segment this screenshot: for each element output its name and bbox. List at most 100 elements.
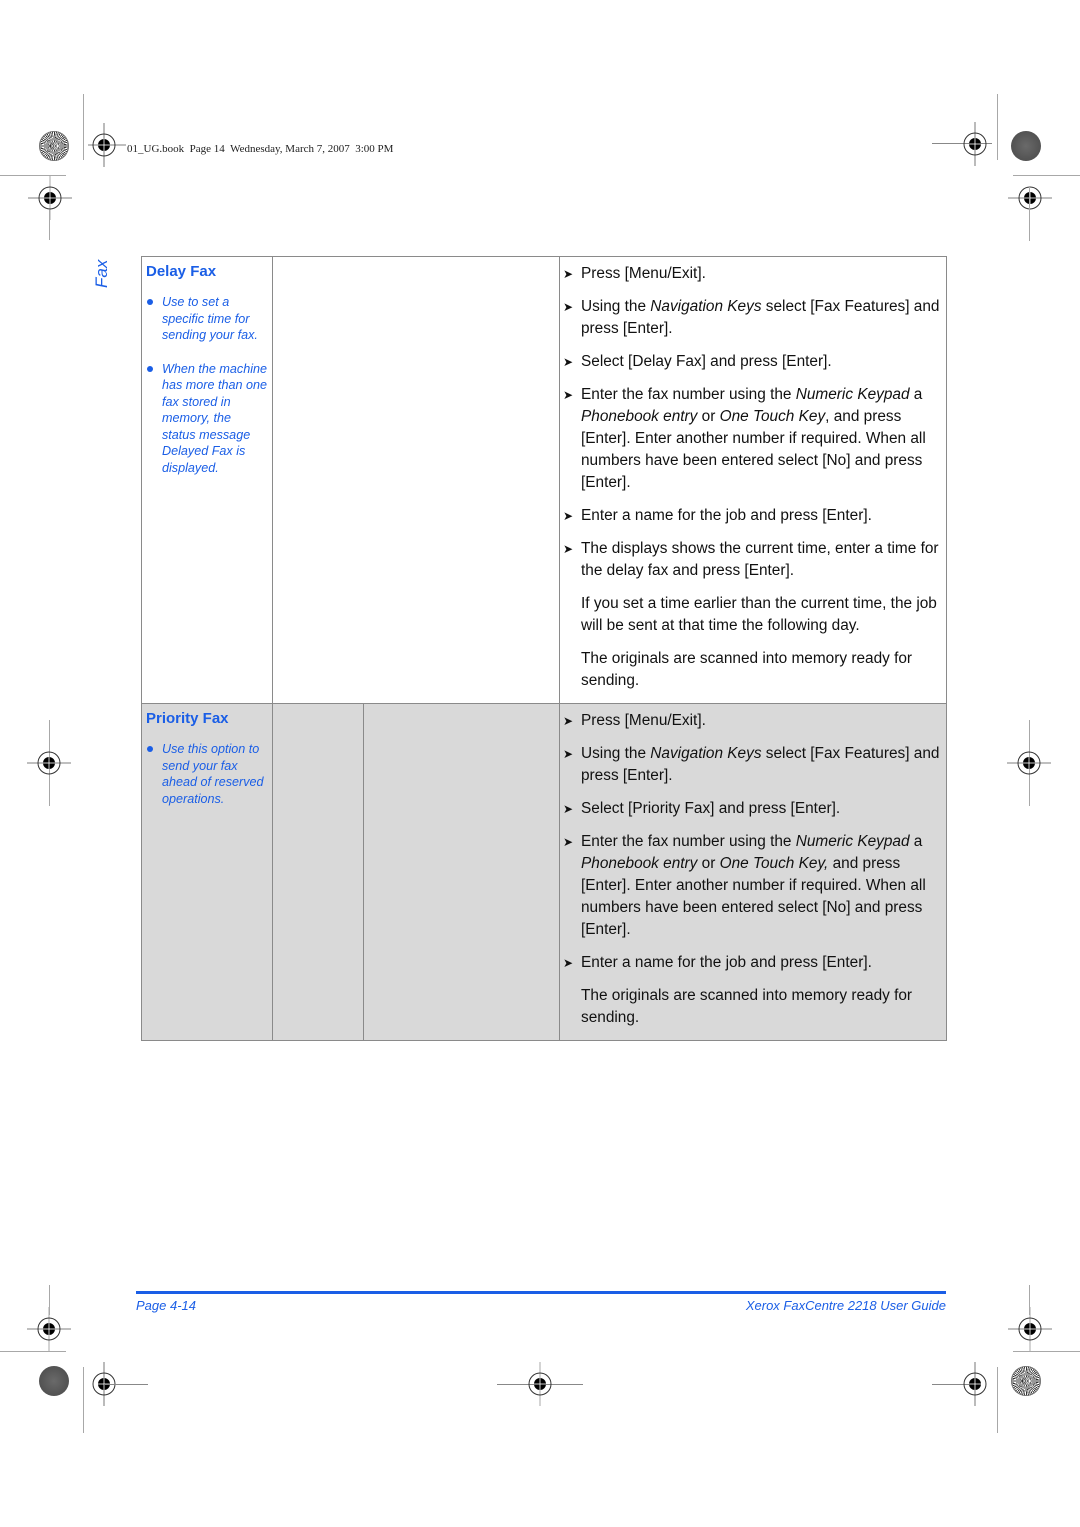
emphasized-term: Phonebook entry [581, 408, 698, 425]
step-item: ➤ Press [Menu/Exit]. [560, 710, 940, 732]
feature-note-text: Use this option to send your fax ahead o… [162, 742, 264, 806]
feature-notes: Use this option to send your fax ahead o… [142, 741, 272, 807]
arrow-bullet-icon: ➤ [563, 802, 574, 816]
feature-notes: Use to set a specific time for sending y… [142, 294, 272, 476]
step-item: ➤ Enter a name for the job and press [Ent… [560, 952, 940, 974]
step-item: ➤ Using the Navigation Keys select [Fax F… [560, 743, 940, 787]
step-text: The originals are scanned into memory re… [581, 650, 913, 689]
section-side-tab: Fax [92, 234, 112, 288]
step-text: Press [Menu/Exit]. [581, 265, 706, 282]
bullet-icon [147, 365, 153, 372]
registration-mark-icon [27, 741, 71, 785]
page-number: Page 4-14 [136, 1298, 196, 1313]
step-item: ➤ Using the Navigation Keys select [Fax F… [560, 296, 940, 340]
arrow-bullet-icon: ➤ [563, 956, 574, 970]
step-text: Enter a name for the job and press [Ente… [581, 954, 872, 971]
registration-mark-icon [1007, 741, 1051, 785]
registration-mark-icon [953, 122, 997, 166]
step-item: ➤ Select [Delay Fax] and press [Enter]. [560, 351, 940, 373]
arrow-bullet-icon: ➤ [563, 388, 574, 402]
step-text: Enter a name for the job and press [Ente… [581, 507, 872, 524]
crop-line [997, 1367, 998, 1433]
feature-note-text: Use to set a specific time for sending y… [162, 295, 258, 342]
step-text: Select [Priority Fax] and press [Enter]. [581, 800, 841, 817]
registration-mark-icon [1008, 176, 1052, 220]
step-text: Press [Menu/Exit]. [581, 712, 706, 729]
step-note: The originals are scanned into memory re… [560, 648, 940, 692]
steps-cell: ➤ Press [Menu/Exit]. ➤ Using the Navigation… [559, 256, 947, 704]
steps-cell: ➤ Press [Menu/Exit]. ➤ Using the Navigation… [559, 703, 947, 1041]
crop-line [104, 1384, 148, 1385]
arrow-bullet-icon: ➤ [563, 747, 574, 761]
arrow-bullet-icon: ➤ [563, 355, 574, 369]
feature-note-text: When the machine has more than one fax s… [162, 361, 268, 475]
arrow-bullet-icon: ➤ [563, 509, 574, 523]
emphasized-term: Navigation Keys [650, 745, 762, 762]
registration-mark-icon [953, 1362, 997, 1406]
arrow-bullet-icon: ➤ [563, 267, 574, 281]
bullet-icon [147, 299, 153, 305]
registration-mark-icon [1008, 1307, 1052, 1351]
sunburst-mark-icon [1011, 1366, 1041, 1396]
step-text: The displays shows the current time, ent… [581, 540, 939, 579]
emphasized-term: Navigation Keys [650, 298, 762, 315]
step-text: Enter the fax number using the [581, 386, 796, 403]
emphasized-term: One Touch Key, [719, 855, 829, 872]
step-text: or [697, 855, 720, 872]
emphasized-term: One Touch Key [719, 408, 826, 425]
guide-title: Xerox FaxCentre 2218 User Guide [745, 1298, 946, 1313]
crop-line [1013, 1351, 1080, 1352]
step-item: ➤ The displays shows the current time, en… [560, 538, 940, 582]
arrow-bullet-icon: ➤ [563, 300, 574, 314]
empty-cell [363, 703, 560, 1041]
feature-title: Delay Fax [146, 263, 217, 280]
solid-mark-icon [1011, 131, 1041, 161]
emphasized-term: Numeric Keypad [795, 386, 910, 403]
step-text: Using the [581, 298, 651, 315]
crop-line [1029, 186, 1030, 241]
step-text: Select [Delay Fax] and press [Enter]. [581, 353, 832, 370]
feature-note: When the machine has more than one fax s… [142, 361, 272, 477]
step-item: ➤ Press [Menu/Exit]. [560, 263, 940, 285]
feature-note: Use this option to send your fax ahead o… [142, 741, 272, 807]
registration-mark-icon [518, 1362, 562, 1406]
step-text: a [909, 833, 923, 850]
step-note: The originals are scanned into memory re… [560, 985, 940, 1029]
registration-mark-icon [27, 1307, 71, 1351]
step-text: The originals are scanned into memory re… [581, 987, 913, 1026]
step-note: If you set a time earlier than the curre… [560, 593, 940, 637]
step-text: If you set a time earlier than the curre… [581, 595, 937, 634]
bullet-icon [147, 746, 153, 752]
feature-table: Delay Fax Use to set a specific time for… [141, 256, 947, 1041]
emphasized-term: Numeric Keypad [795, 833, 910, 850]
step-text: Enter the fax number using the [581, 833, 796, 850]
arrow-bullet-icon: ➤ [563, 835, 574, 849]
emphasized-term: Phonebook entry [581, 855, 698, 872]
registration-mark-icon [28, 176, 72, 220]
step-item: ➤ Enter a name for the job and press [Ent… [560, 505, 940, 527]
crop-line [997, 94, 998, 160]
empty-cell [272, 703, 364, 1041]
table-row-priority-fax: Priority Fax Use this option to send you… [141, 703, 947, 1041]
section-side-tab-label: Fax [92, 259, 111, 288]
step-list: ➤ Press [Menu/Exit]. ➤ Using the Navigation… [560, 263, 940, 692]
feature-note: Use to set a specific time for sending y… [142, 294, 272, 344]
feature-name-cell: Priority Fax Use this option to send you… [141, 703, 273, 1041]
feature-title: Priority Fax [146, 710, 229, 727]
crop-line [49, 210, 50, 240]
arrow-bullet-icon: ➤ [563, 714, 574, 728]
solid-mark-icon [39, 1366, 69, 1396]
step-list: ➤ Press [Menu/Exit]. ➤ Using the Navigation… [560, 710, 940, 1029]
print-slug: 01_UG.book Page 14 Wednesday, March 7, 2… [127, 143, 394, 155]
step-text: a [909, 386, 923, 403]
step-text: Using the [581, 745, 651, 762]
empty-cell [272, 256, 560, 704]
arrow-bullet-icon: ➤ [563, 542, 574, 556]
step-text: or [697, 408, 720, 425]
registration-mark-icon [82, 123, 126, 167]
feature-name-cell: Delay Fax Use to set a specific time for… [141, 256, 273, 704]
footer-rule [136, 1291, 946, 1294]
sunburst-mark-icon [39, 131, 69, 161]
step-item: ➤ Enter the fax number using the Numeric … [560, 831, 940, 941]
step-item: ➤ Select [Priority Fax] and press [Enter]… [560, 798, 940, 820]
